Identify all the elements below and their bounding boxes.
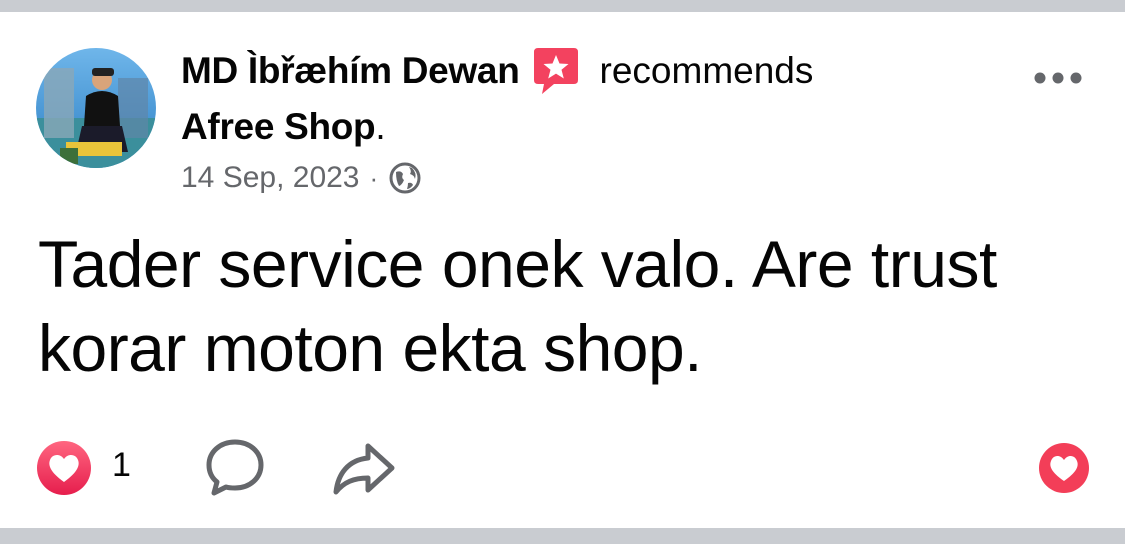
heart-like-icon[interactable] [1038, 442, 1090, 494]
post-date[interactable]: 14 Sep, 2023 [181, 161, 360, 195]
post-footer: 1 [0, 430, 1125, 500]
recommend-star-icon [530, 46, 582, 96]
recommended-page-line: Afree Shop. [181, 104, 386, 150]
page-name-period: . [375, 106, 386, 147]
author-name[interactable]: MD Ìbřæhím Dewan [181, 50, 520, 92]
top-divider [0, 0, 1125, 12]
page-name-link[interactable]: Afree Shop [181, 106, 376, 148]
post-body-text: Tader service onek valo. Are trust korar… [38, 227, 997, 385]
share-icon[interactable] [330, 440, 396, 496]
reaction-count[interactable]: 1 [112, 446, 131, 485]
meta-separator: · [369, 162, 379, 193]
action-text: recommends [599, 50, 814, 91]
comment-icon[interactable] [204, 436, 266, 498]
author-avatar[interactable] [36, 48, 156, 168]
globe-icon[interactable] [388, 161, 422, 195]
love-reaction-icon[interactable] [36, 440, 92, 496]
post-meta: 14 Sep, 2023 · [181, 158, 422, 198]
more-options-icon[interactable] [1030, 60, 1086, 96]
bottom-divider [0, 528, 1125, 544]
post-header-line: MD Ìbřæhím Dewan recommends [181, 46, 813, 96]
